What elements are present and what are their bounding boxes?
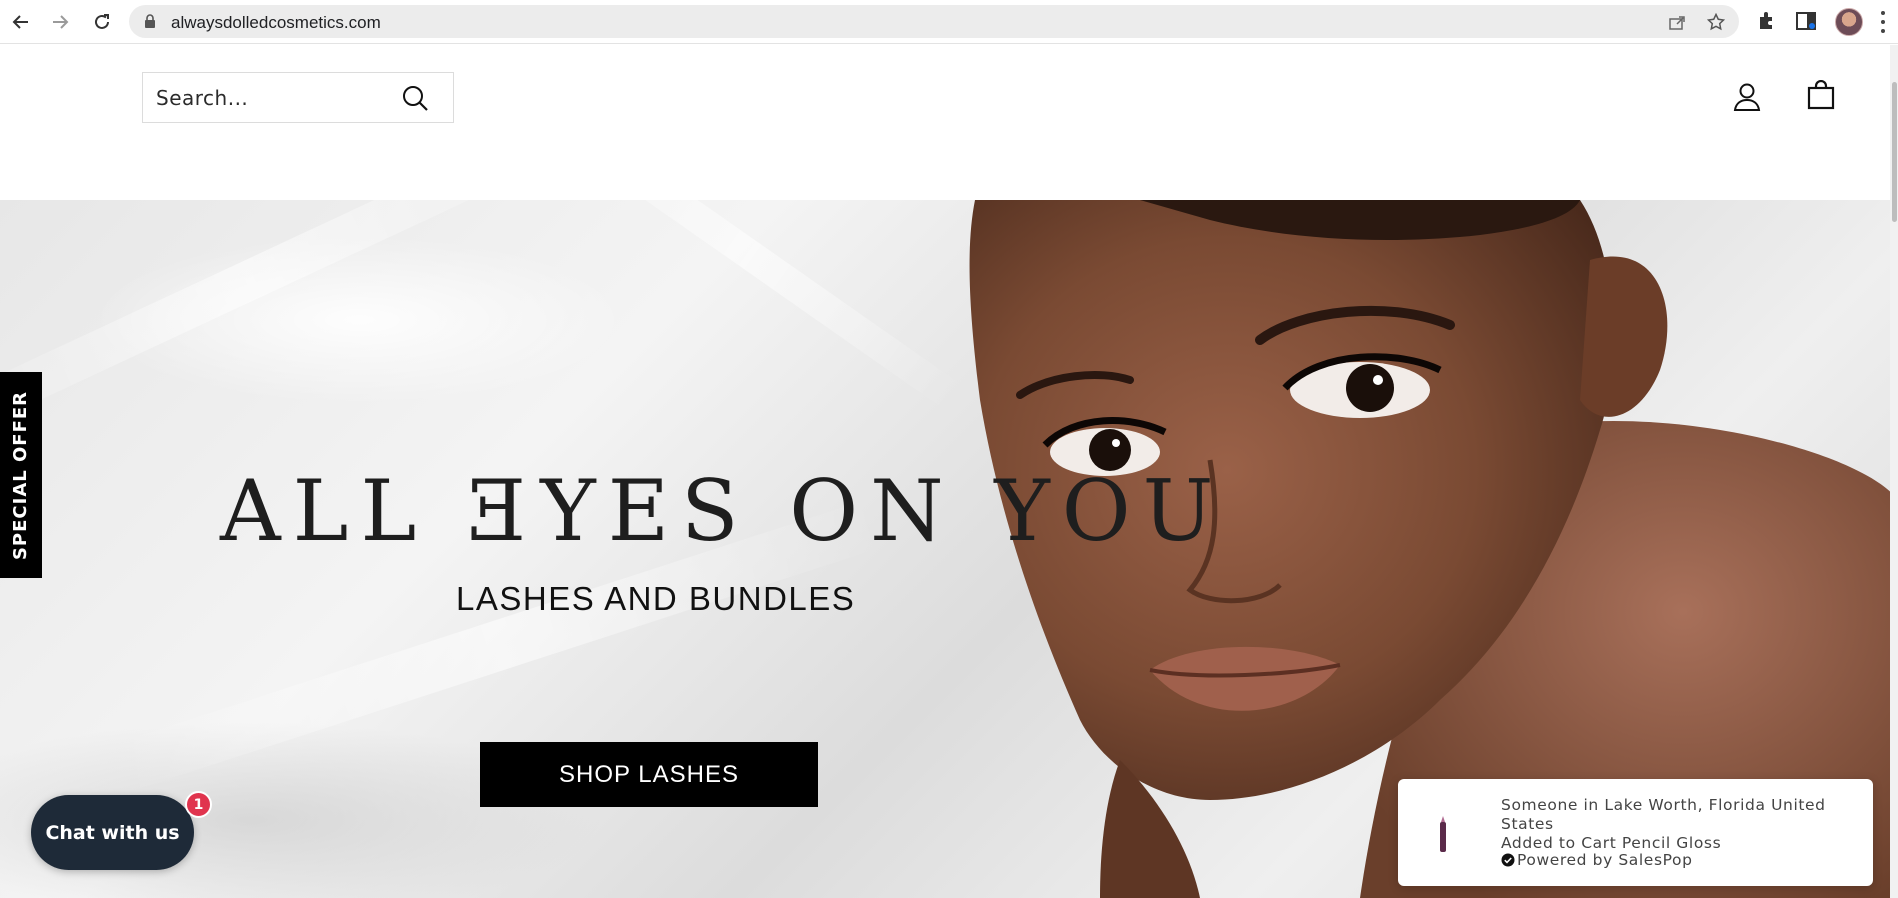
toast-location-cont: States [1501,815,1554,833]
sidebar-icon[interactable] [1795,10,1817,32]
toast-location: Someone in Lake Worth, Florida United [1501,796,1826,814]
browser-toolbar: alwaysdolledcosmetics.com [0,0,1898,44]
hero-subtitle: LASHES AND BUNDLES [456,580,856,617]
scrollbar-thumb[interactable] [1892,82,1897,222]
silk-fold [0,200,576,447]
toast-powered-by[interactable]: Powered by SalesPop [1517,851,1693,869]
toast-action: Added to Cart Pencil Gloss [1501,834,1722,852]
search-input[interactable]: Search... [142,72,454,123]
account-icon[interactable] [1733,82,1761,112]
search-icon[interactable] [401,84,429,112]
verified-check-icon [1501,853,1515,867]
lock-icon [145,14,155,28]
address-bar[interactable]: alwaysdolledcosmetics.com [129,5,1739,38]
special-offer-tab[interactable]: SPECIAL OFFER [0,372,42,578]
reload-icon[interactable] [90,10,114,34]
salespop-notification[interactable]: Someone in Lake Worth, Florida United St… [1398,779,1873,886]
special-offer-label: SPECIAL OFFER [10,390,32,560]
url-text[interactable]: alwaysdolledcosmetics.com [171,13,381,33]
pencil-gloss-thumbnail [1440,816,1446,852]
chat-with-us-button[interactable]: Chat with us [31,795,194,870]
chat-unread-badge: 1 [185,791,212,818]
back-arrow-icon[interactable] [9,10,33,34]
share-icon[interactable] [1668,13,1686,31]
search-placeholder[interactable]: Search... [156,86,248,110]
header-spacer [0,150,1898,200]
profile-avatar[interactable] [1835,8,1863,36]
cart-bag-icon[interactable] [1806,80,1836,110]
hero-title: ALL ƎYES ON YOU [220,462,1226,560]
puzzle-icon[interactable] [1756,10,1778,32]
silk-fold [536,200,964,411]
site-header: Search... [0,45,1898,150]
kebab-menu-icon[interactable] [1880,11,1886,33]
forward-arrow-icon[interactable] [48,10,72,34]
star-icon[interactable] [1707,13,1725,31]
shop-lashes-button[interactable]: SHOP LASHES [480,742,818,807]
